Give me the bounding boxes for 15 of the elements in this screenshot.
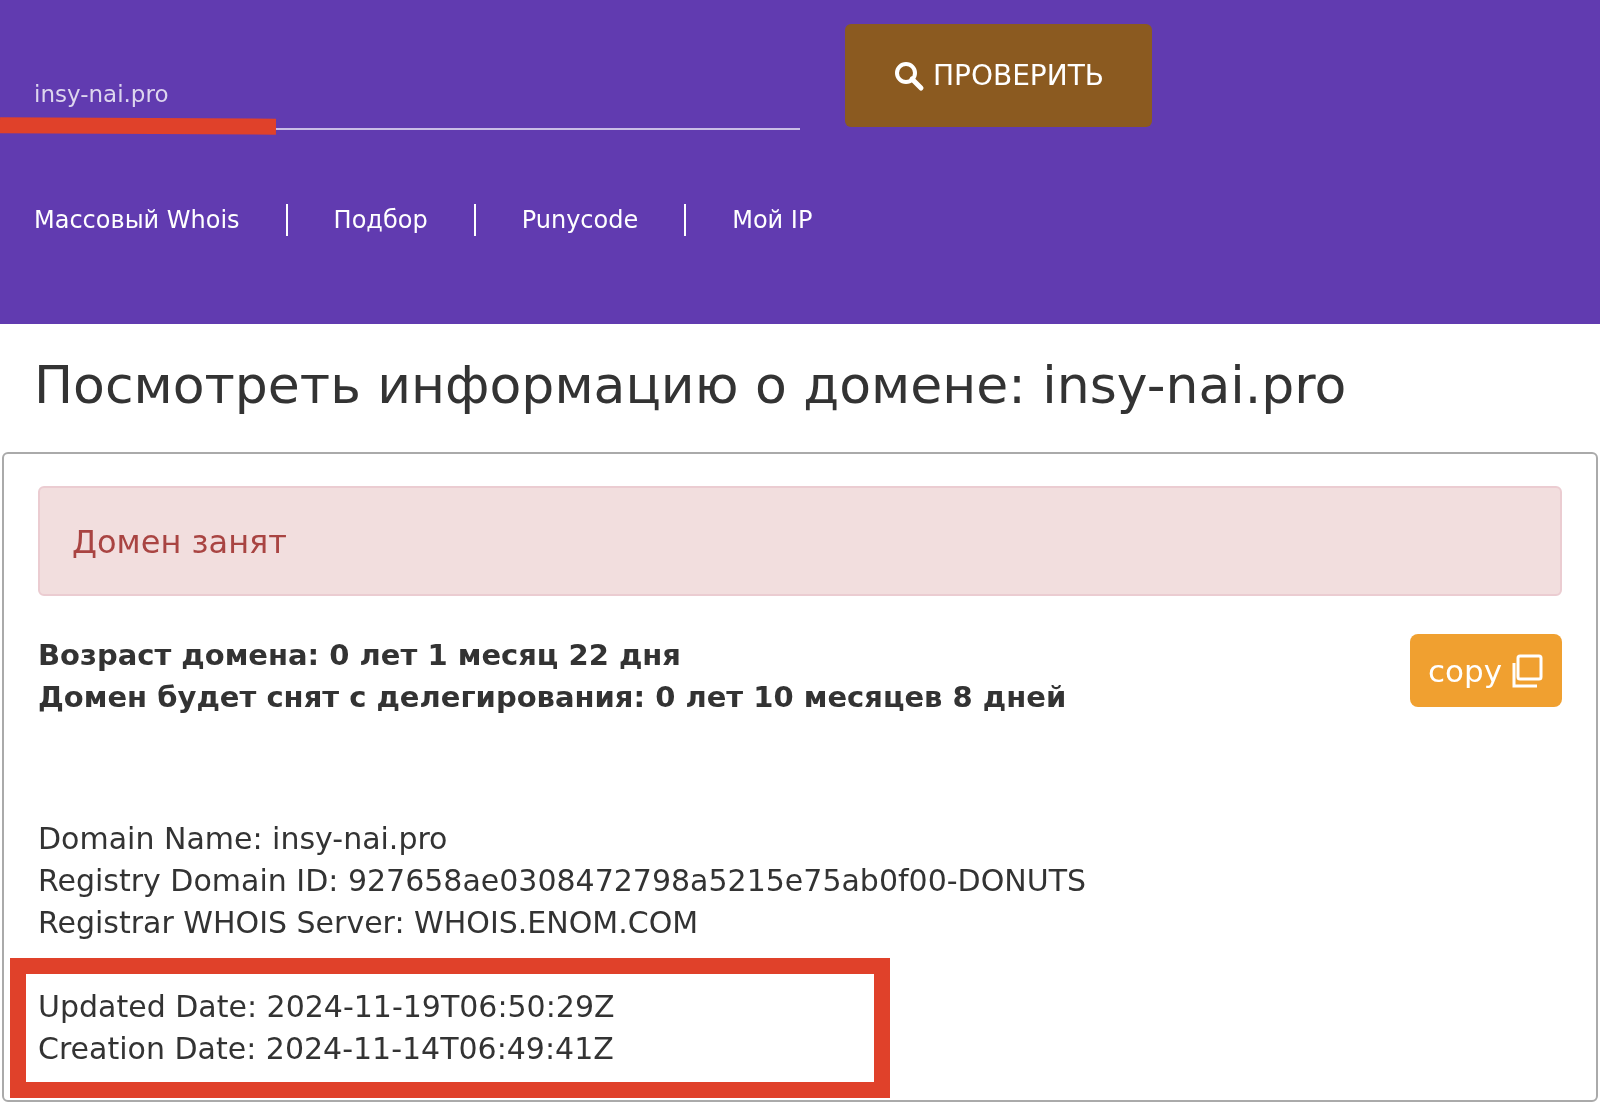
whois-line: Registrar WHOIS Server: WHOIS.ENOM.COM: [38, 904, 700, 943]
whois-line: Creation Date: 2024-11-14T06:49:41Z: [38, 1030, 615, 1069]
domain-age-text: Возраст домена: 0 лет 1 месяц 22 дня: [38, 637, 682, 675]
search-icon: [893, 59, 925, 92]
nav-link[interactable]: Подбор: [333, 202, 428, 238]
whois-line: Updated Date: 2024-11-19T06:50:29Z: [38, 988, 616, 1027]
check-button[interactable]: ПРОВЕРИТЬ: [845, 24, 1152, 127]
page-title: Посмотреть информацию о домене: insy-nai.pro: [34, 354, 1348, 417]
nav-link[interactable]: Punycode: [521, 202, 639, 238]
nav-link[interactable]: Мой IP: [732, 202, 813, 238]
status-alert: Домен занят: [38, 486, 1562, 597]
whois-line: Registry Domain ID: 927658ae0308472798a5215e75ab0f00-DONUTS: [38, 862, 1088, 901]
whois-line: Domain Name: insy-nai.pro: [38, 820, 449, 859]
domain-age-text: Домен будет снят с делегирования: 0 лет 10 месяцев 8 дней: [38, 679, 1067, 717]
nav-link[interactable]: Массовый Whois: [34, 202, 240, 238]
